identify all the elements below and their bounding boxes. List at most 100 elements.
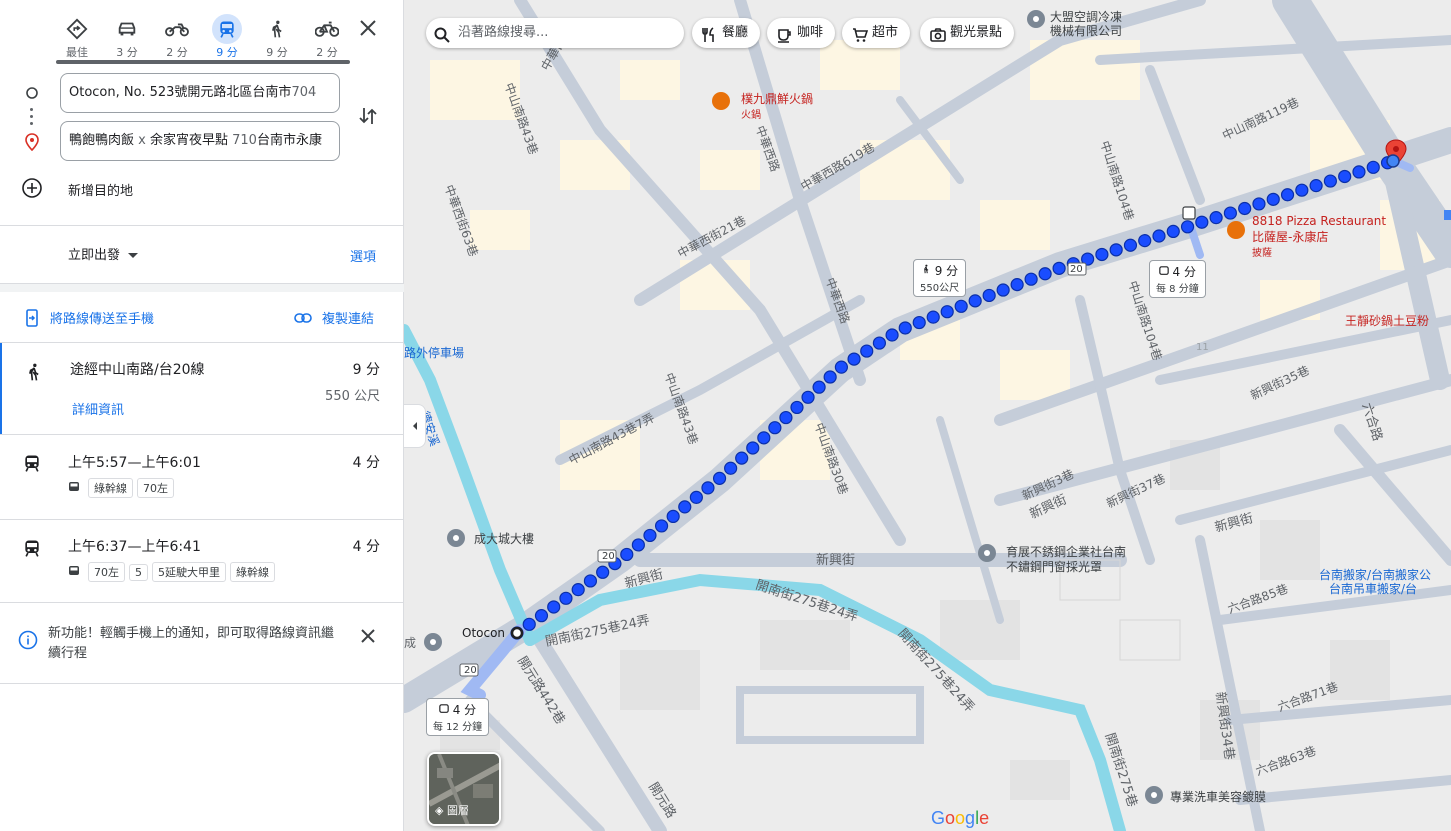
walk-icon [921,264,931,278]
mode-transit[interactable]: 9 分 [202,10,252,60]
send-to-phone-link[interactable]: 將路線傳送至手機 [24,308,154,331]
caret-down-icon [128,253,139,258]
layers-button[interactable]: ◈ 圖層 [427,752,501,826]
copy-link-button[interactable]: 複製連結 [294,308,374,328]
chip-coffee[interactable]: 咖啡 [767,18,836,48]
origin-label[interactable]: Otocon [462,626,505,640]
route-duration: 4 分 [352,455,380,471]
layers-label: ◈ 圖層 [435,802,469,818]
line-chip: 5延駛大甲里 [152,562,226,582]
restaurant-icon [712,92,730,110]
poi-label[interactable]: 8818 Pizza Restaurant [1252,214,1386,228]
mode-underline [56,60,350,64]
info-icon [18,630,38,654]
route-duration: 4 分 [352,539,380,555]
route-option-walk[interactable]: 途經中山南路/台20線 9 分 550 公尺 詳細資訊 [0,343,404,434]
bus-icon [68,481,80,496]
bus-time-callout[interactable]: 4 分 每 8 分鐘 [1149,260,1206,298]
destination-input[interactable]: 鴨飽鴨肉飯 x 余家宵夜早點 710台南市永康 [60,121,340,161]
copy-link-label: 複製連結 [322,312,375,327]
walk-icon [24,361,44,381]
collapse-panel-button[interactable] [404,404,426,448]
destination-pin-icon [24,133,40,152]
walk-distance: 550公尺 [920,283,960,294]
car-icon [112,14,142,44]
bus-time: 4 分 [452,703,477,717]
chip-supermarket[interactable]: 超市 [842,18,911,48]
destination-text-e: 台南市永康 [256,133,322,148]
line-chip: 70左 [137,478,174,498]
poi-label[interactable]: 王靜砂鍋土豆粉 [1345,312,1429,329]
swap-icon[interactable] [356,104,380,128]
poi-label[interactable]: 台南吊車搬家/台 [1329,580,1417,597]
destination-row: 鴨飽鴨肉飯 x 余家宵夜早點 710台南市永康 [0,121,404,163]
destination-text-d: 710 [228,133,257,148]
layers-text: 圖層 [446,804,469,817]
add-destination-label: 新增目的地 [68,184,134,199]
depart-dropdown[interactable]: 立即出發 [68,244,139,263]
route-distance: 550 公尺 [325,389,380,404]
origin-text-b: 號開元路北區台南市 [174,85,292,100]
bus-time-callout[interactable]: 4 分 每 12 分鐘 [426,698,490,736]
origin-row: Otocon, No. 523號開元路北區台南市704 [0,73,404,115]
road-label: 新興街 [816,553,856,568]
line-chip: 綠幹線 [88,478,133,498]
layers-stack-icon: ◈ [435,804,444,817]
send-to-phone-label: 將路線傳送至手機 [50,312,155,327]
poi-label[interactable]: 成大城大樓 [474,530,534,547]
mode-bicycle[interactable]: 2 分 [302,10,352,60]
route-details-link[interactable]: 詳細資訊 [72,399,124,418]
restaurant-icon [1227,221,1245,239]
notice-text: 新功能！輕觸手機上的通知，即可取得路線資訊繼續行程 [48,626,335,661]
poi-label[interactable]: 樸九鼎鮮火鍋 [741,90,813,107]
close-icon[interactable] [356,16,380,40]
walk-time: 9 分 [934,264,959,278]
bus-icon [439,703,449,717]
route-option-transit-1[interactable]: 上午5:57—上午6:01 4 分 綠幹線 70左 [0,435,404,519]
map-canvas[interactable]: 20 20 20 大盟空調冷凍 機械有限公司 樸九鼎鮮火鍋 火鍋 8818 Pi… [404,0,1451,831]
walk-time-callout[interactable]: 9 分 550公尺 [913,259,967,297]
mode-walk[interactable]: 9 分 [252,10,302,60]
poi-label[interactable]: 不鏽鋼門窗採光罩 [1006,558,1102,575]
poi-label[interactable]: 專業洗車美容鍍膜 [1170,788,1266,805]
poi-label[interactable]: 機械有限公司 [1050,22,1122,39]
divider-thick [0,284,404,292]
route-option-transit-2[interactable]: 上午6:37—上午6:41 4 分 70左 5 5延駛大甲里 綠幹線 [0,520,404,602]
search-placeholder: 沿著路線搜尋... [458,25,549,40]
link-icon [294,312,312,328]
divider [0,225,404,226]
travel-mode-bar: 最佳 3 分 2 分 9 分 9 分 2 分 [52,10,352,60]
route-title: 途經中山南路/台20線 [70,362,205,378]
chip-restaurants[interactable]: 餐廳 [692,18,761,48]
route-lines: 70左 5 5延駛大甲里 綠幹線 [68,562,275,582]
origin-text-c: 704 [291,85,317,100]
chip-label: 咖啡 [797,25,824,40]
origin-input[interactable]: Otocon, No. 523號開元路北區台南市704 [60,73,340,113]
destination-text-b: x [134,133,150,148]
bus-time: 4 分 [1172,265,1196,279]
send-to-phone-icon [24,308,40,331]
route-shield-label: 20 [464,665,477,676]
route-shield-label: 20 [1070,264,1083,275]
poi-label: 成 [404,636,417,650]
close-icon[interactable] [356,624,380,648]
chip-attractions[interactable]: 觀光景點 [920,18,1015,48]
mode-car[interactable]: 3 分 [102,10,152,60]
chip-label: 觀光景點 [950,25,1003,40]
bicycle-icon [312,14,342,44]
chevron-left-icon [412,422,417,430]
add-destination-button[interactable]: 新增目的地 [0,176,404,202]
directions-panel: 最佳 3 分 2 分 9 分 9 分 2 分 Otocon, No. 523號開… [0,0,404,831]
poi-label[interactable]: 路外停車場 [404,344,464,361]
train-icon [22,453,42,473]
camera-icon [930,25,946,55]
mode-best[interactable]: 最佳 [52,10,102,60]
divider [0,683,404,684]
map-label: 11 [1196,342,1209,353]
mode-motorcycle[interactable]: 2 分 [152,10,202,60]
route-search-input[interactable]: 沿著路線搜尋... [426,18,684,48]
origin-circle-icon [24,85,40,101]
options-button[interactable]: 選項 [350,246,376,265]
poi-label[interactable]: 比薩屋-永康店 [1252,228,1328,245]
train-icon [212,14,242,44]
